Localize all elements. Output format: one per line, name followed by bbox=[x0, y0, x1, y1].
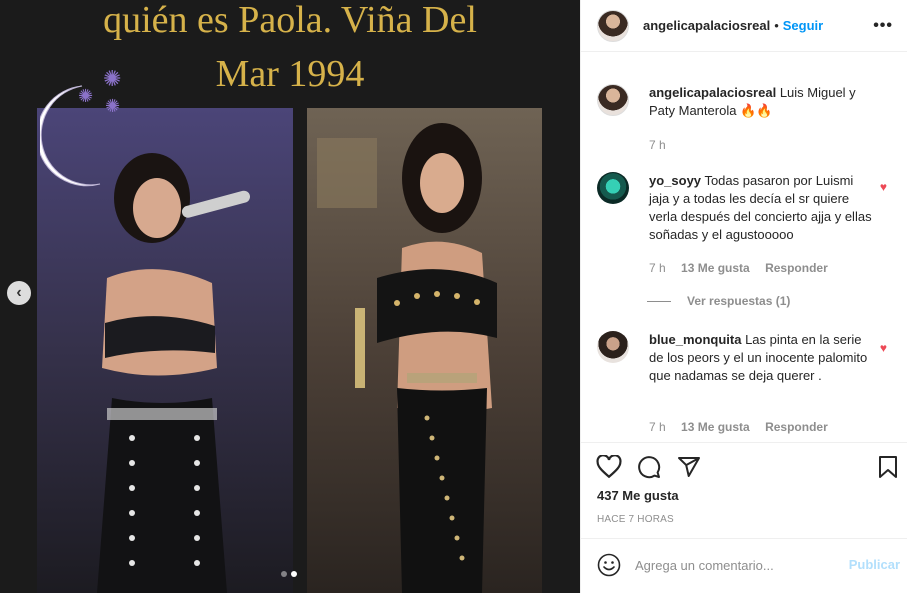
likes-count[interactable]: 437 Me gusta bbox=[597, 488, 679, 503]
like-heart-icon[interactable] bbox=[596, 455, 622, 479]
emoji-icon[interactable] bbox=[597, 553, 621, 577]
save-bookmark-icon[interactable] bbox=[877, 455, 899, 479]
comment-likes[interactable]: 13 Me gusta bbox=[681, 420, 750, 434]
comment-meta: 7 h 13 Me gusta Responder bbox=[649, 261, 840, 275]
image-caption-line1: quién es Paola. Viña Del bbox=[103, 0, 477, 41]
comment-item: blue_monquita Las pinta en la serie de l… bbox=[597, 331, 897, 440]
carousel-dot-active bbox=[291, 571, 297, 577]
comment-icon[interactable] bbox=[637, 455, 661, 479]
avatar[interactable] bbox=[597, 331, 629, 363]
comment-composer: Publicar bbox=[581, 538, 907, 593]
avatar[interactable] bbox=[597, 84, 629, 116]
comment-body: yo_soyy Todas pasaron por Luismi jaja y … bbox=[649, 172, 874, 244]
comments-list: angelicapalaciosreal Luis Miguel y Paty … bbox=[581, 60, 907, 440]
sparkle-icon: ✺ bbox=[103, 66, 122, 91]
header-username[interactable]: angelicapalaciosreal bbox=[643, 18, 770, 33]
separator-dot: • bbox=[774, 18, 779, 33]
comment-item: yo_soyy Todas pasaron por Luismi jaja y … bbox=[597, 172, 897, 312]
view-replies-label[interactable]: Ver respuestas (1) bbox=[687, 294, 790, 308]
carousel-dot bbox=[281, 571, 287, 577]
view-replies-button[interactable]: Ver respuestas (1) bbox=[647, 294, 790, 308]
comment-body: blue_monquita Las pinta en la serie de l… bbox=[649, 331, 874, 385]
post-time[interactable]: HACE 7 HORAS bbox=[597, 514, 674, 525]
post-header: angelicapalaciosreal • Seguir ••• bbox=[581, 0, 907, 52]
action-bar bbox=[581, 442, 907, 490]
previous-slide-button[interactable]: ‹ bbox=[7, 281, 31, 305]
comment-likes[interactable]: 13 Me gusta bbox=[681, 261, 750, 275]
sparkle-icon: ✺ bbox=[105, 96, 121, 116]
comment-time[interactable]: 7 h bbox=[649, 261, 666, 275]
sparkle-icon: ✺ bbox=[78, 86, 94, 106]
publish-button[interactable]: Publicar bbox=[849, 557, 900, 572]
avatar[interactable] bbox=[597, 172, 629, 204]
photo-right bbox=[307, 108, 542, 593]
moon-decoration bbox=[40, 85, 101, 187]
caption-username[interactable]: angelicapalaciosreal bbox=[649, 85, 776, 100]
caption-time[interactable]: 7 h bbox=[649, 138, 666, 152]
comment-username[interactable]: blue_monquita bbox=[649, 332, 741, 347]
reply-button[interactable]: Responder bbox=[765, 261, 828, 275]
replies-divider bbox=[647, 300, 671, 302]
avatar[interactable] bbox=[597, 9, 629, 42]
like-comment-heart-icon[interactable]: ♥ bbox=[880, 341, 887, 355]
post-media[interactable]: quién es Paola. Viña Del Mar 1994 ✺ ✺ ✺ … bbox=[0, 0, 580, 593]
more-options-icon[interactable]: ••• bbox=[873, 17, 893, 35]
actress-figure bbox=[307, 108, 542, 593]
comment-meta: 7 h 13 Me gusta Responder bbox=[649, 420, 840, 434]
follow-button[interactable]: Seguir bbox=[783, 18, 823, 33]
share-icon[interactable] bbox=[677, 455, 701, 479]
post-sidebar: angelicapalaciosreal • Seguir ••• angeli… bbox=[580, 0, 907, 593]
caption-meta: 7 h bbox=[649, 138, 678, 152]
comment-time[interactable]: 7 h bbox=[649, 420, 666, 434]
reply-button[interactable]: Responder bbox=[765, 420, 828, 434]
like-comment-heart-icon[interactable]: ♥ bbox=[880, 180, 887, 194]
caption-body: angelicapalaciosreal Luis Miguel y Paty … bbox=[649, 84, 874, 120]
comment-username[interactable]: yo_soyy bbox=[649, 173, 701, 188]
comment-input[interactable] bbox=[635, 551, 835, 579]
carousel-indicator bbox=[281, 571, 297, 577]
